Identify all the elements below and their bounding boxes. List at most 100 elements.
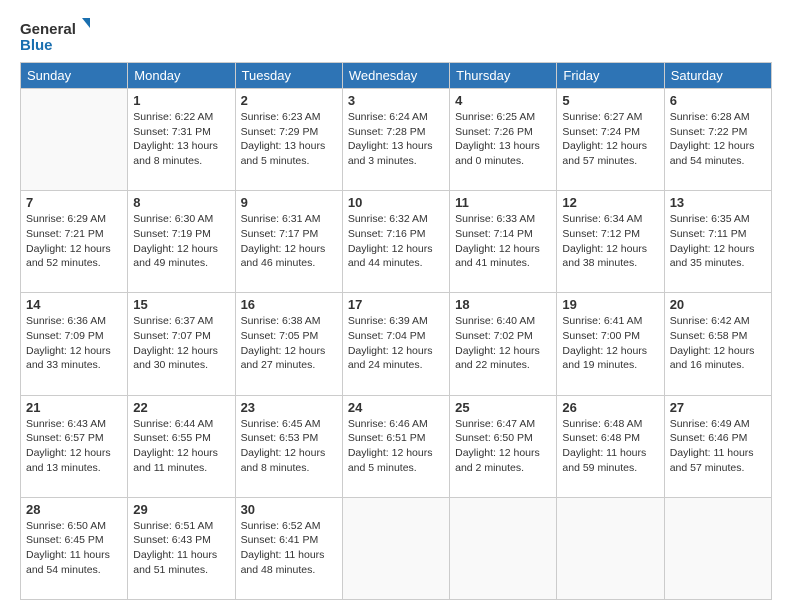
day-info: Sunrise: 6:42 AM Sunset: 6:58 PM Dayligh… bbox=[670, 314, 766, 373]
day-number: 15 bbox=[133, 297, 229, 312]
day-number: 10 bbox=[348, 195, 444, 210]
day-info: Sunrise: 6:43 AM Sunset: 6:57 PM Dayligh… bbox=[26, 417, 122, 476]
week-row-5: 28 Sunrise: 6:50 AM Sunset: 6:45 PM Dayli… bbox=[21, 497, 772, 599]
day-info: Sunrise: 6:40 AM Sunset: 7:02 PM Dayligh… bbox=[455, 314, 551, 373]
logo-svg: General Blue bbox=[20, 16, 90, 54]
day-number: 2 bbox=[241, 93, 337, 108]
day-info: Sunrise: 6:31 AM Sunset: 7:17 PM Dayligh… bbox=[241, 212, 337, 271]
day-number: 24 bbox=[348, 400, 444, 415]
calendar-cell-5-7 bbox=[664, 497, 771, 599]
calendar-cell-4-2: 22Sunrise: 6:44 AM Sunset: 6:55 PM Dayli… bbox=[128, 395, 235, 497]
week-row-2: 7 Sunrise: 6:29 AM Sunset: 7:21 PM Daylig… bbox=[21, 191, 772, 293]
day-info: Sunrise: 6:35 AM Sunset: 7:11 PM Dayligh… bbox=[670, 212, 766, 271]
weekday-header-saturday: Saturday bbox=[664, 63, 771, 89]
day-info: Sunrise: 6:30 AM Sunset: 7:19 PM Dayligh… bbox=[133, 212, 229, 271]
svg-text:Blue: Blue bbox=[20, 37, 53, 54]
day-number: 25 bbox=[455, 400, 551, 415]
day-info: Sunrise: 6:23 AM Sunset: 7:29 PM Dayligh… bbox=[241, 110, 337, 169]
day-number: 27 bbox=[670, 400, 766, 415]
page-header: General Blue bbox=[20, 16, 772, 54]
calendar-cell-4-5: 25 Sunrise: 6:47 AM Sunset: 6:50 PM Dayli… bbox=[450, 395, 557, 497]
calendar-cell-4-1: 21Sunrise: 6:43 AM Sunset: 6:57 PM Dayli… bbox=[21, 395, 128, 497]
day-info: Sunrise: 6:36 AM Sunset: 7:09 PM Dayligh… bbox=[26, 314, 122, 373]
day-number: 4 bbox=[455, 93, 551, 108]
calendar-cell-2-4: 10 Sunrise: 6:32 AM Sunset: 7:16 PM Dayli… bbox=[342, 191, 449, 293]
day-info: Sunrise: 6:48 AM Sunset: 6:48 PM Dayligh… bbox=[562, 417, 658, 476]
weekday-header-friday: Friday bbox=[557, 63, 664, 89]
day-info: Sunrise: 6:32 AM Sunset: 7:16 PM Dayligh… bbox=[348, 212, 444, 271]
day-number: 17 bbox=[348, 297, 444, 312]
calendar-cell-1-5: 4 Sunrise: 6:25 AM Sunset: 7:26 PM Daylig… bbox=[450, 89, 557, 191]
logo: General Blue bbox=[20, 16, 90, 54]
calendar-cell-4-6: 26 Sunrise: 6:48 AM Sunset: 6:48 PM Dayli… bbox=[557, 395, 664, 497]
day-info: Sunrise: 6:24 AM Sunset: 7:28 PM Dayligh… bbox=[348, 110, 444, 169]
calendar-cell-5-2: 29 Sunrise: 6:51 AM Sunset: 6:43 PM Dayli… bbox=[128, 497, 235, 599]
day-number: 26 bbox=[562, 400, 658, 415]
day-number: 14 bbox=[26, 297, 122, 312]
day-number: 28 bbox=[26, 502, 122, 517]
calendar-cell-2-7: 13 Sunrise: 6:35 AM Sunset: 7:11 PM Dayli… bbox=[664, 191, 771, 293]
day-info: Sunrise: 6:49 AM Sunset: 6:46 PM Dayligh… bbox=[670, 417, 766, 476]
day-number: 16 bbox=[241, 297, 337, 312]
day-info: Sunrise: 6:29 AM Sunset: 7:21 PM Dayligh… bbox=[26, 212, 122, 271]
day-number: 20 bbox=[670, 297, 766, 312]
day-number: 8 bbox=[133, 195, 229, 210]
day-info: Sunrise: 6:39 AM Sunset: 7:04 PM Dayligh… bbox=[348, 314, 444, 373]
calendar-cell-1-7: 6 Sunrise: 6:28 AM Sunset: 7:22 PM Daylig… bbox=[664, 89, 771, 191]
calendar-cell-3-2: 15Sunrise: 6:37 AM Sunset: 7:07 PM Dayli… bbox=[128, 293, 235, 395]
day-number: 29 bbox=[133, 502, 229, 517]
weekday-header-row: SundayMondayTuesdayWednesdayThursdayFrid… bbox=[21, 63, 772, 89]
weekday-header-thursday: Thursday bbox=[450, 63, 557, 89]
calendar-cell-3-3: 16 Sunrise: 6:38 AM Sunset: 7:05 PM Dayli… bbox=[235, 293, 342, 395]
day-info: Sunrise: 6:46 AM Sunset: 6:51 PM Dayligh… bbox=[348, 417, 444, 476]
calendar-cell-1-2: 1 Sunrise: 6:22 AM Sunset: 7:31 PM Daylig… bbox=[128, 89, 235, 191]
calendar-cell-3-5: 18Sunrise: 6:40 AM Sunset: 7:02 PM Dayli… bbox=[450, 293, 557, 395]
calendar-cell-2-2: 8 Sunrise: 6:30 AM Sunset: 7:19 PM Daylig… bbox=[128, 191, 235, 293]
calendar-cell-5-4 bbox=[342, 497, 449, 599]
calendar-cell-2-5: 11 Sunrise: 6:33 AM Sunset: 7:14 PM Dayli… bbox=[450, 191, 557, 293]
day-number: 7 bbox=[26, 195, 122, 210]
day-info: Sunrise: 6:27 AM Sunset: 7:24 PM Dayligh… bbox=[562, 110, 658, 169]
day-info: Sunrise: 6:25 AM Sunset: 7:26 PM Dayligh… bbox=[455, 110, 551, 169]
day-number: 11 bbox=[455, 195, 551, 210]
day-info: Sunrise: 6:51 AM Sunset: 6:43 PM Dayligh… bbox=[133, 519, 229, 578]
calendar-cell-1-4: 3 Sunrise: 6:24 AM Sunset: 7:28 PM Daylig… bbox=[342, 89, 449, 191]
day-info: Sunrise: 6:50 AM Sunset: 6:45 PM Dayligh… bbox=[26, 519, 122, 578]
calendar-cell-2-3: 9 Sunrise: 6:31 AM Sunset: 7:17 PM Daylig… bbox=[235, 191, 342, 293]
calendar-cell-4-3: 23 Sunrise: 6:45 AM Sunset: 6:53 PM Dayli… bbox=[235, 395, 342, 497]
day-number: 1 bbox=[133, 93, 229, 108]
calendar-cell-5-6 bbox=[557, 497, 664, 599]
day-info: Sunrise: 6:47 AM Sunset: 6:50 PM Dayligh… bbox=[455, 417, 551, 476]
day-number: 22 bbox=[133, 400, 229, 415]
week-row-3: 14 Sunrise: 6:36 AM Sunset: 7:09 PM Dayli… bbox=[21, 293, 772, 395]
calendar-cell-2-6: 12 Sunrise: 6:34 AM Sunset: 7:12 PM Dayli… bbox=[557, 191, 664, 293]
day-number: 6 bbox=[670, 93, 766, 108]
calendar-cell-3-1: 14 Sunrise: 6:36 AM Sunset: 7:09 PM Dayli… bbox=[21, 293, 128, 395]
calendar-cell-4-4: 24 Sunrise: 6:46 AM Sunset: 6:51 PM Dayli… bbox=[342, 395, 449, 497]
day-number: 12 bbox=[562, 195, 658, 210]
day-info: Sunrise: 6:28 AM Sunset: 7:22 PM Dayligh… bbox=[670, 110, 766, 169]
day-info: Sunrise: 6:34 AM Sunset: 7:12 PM Dayligh… bbox=[562, 212, 658, 271]
calendar-cell-1-3: 2 Sunrise: 6:23 AM Sunset: 7:29 PM Daylig… bbox=[235, 89, 342, 191]
calendar-cell-3-4: 17 Sunrise: 6:39 AM Sunset: 7:04 PM Dayli… bbox=[342, 293, 449, 395]
calendar-cell-5-1: 28 Sunrise: 6:50 AM Sunset: 6:45 PM Dayli… bbox=[21, 497, 128, 599]
day-number: 5 bbox=[562, 93, 658, 108]
day-info: Sunrise: 6:41 AM Sunset: 7:00 PM Dayligh… bbox=[562, 314, 658, 373]
day-number: 3 bbox=[348, 93, 444, 108]
day-info: Sunrise: 6:22 AM Sunset: 7:31 PM Dayligh… bbox=[133, 110, 229, 169]
calendar-cell-5-3: 30Sunrise: 6:52 AM Sunset: 6:41 PM Dayli… bbox=[235, 497, 342, 599]
weekday-header-monday: Monday bbox=[128, 63, 235, 89]
week-row-4: 21Sunrise: 6:43 AM Sunset: 6:57 PM Dayli… bbox=[21, 395, 772, 497]
day-number: 13 bbox=[670, 195, 766, 210]
day-info: Sunrise: 6:33 AM Sunset: 7:14 PM Dayligh… bbox=[455, 212, 551, 271]
week-row-1: 1 Sunrise: 6:22 AM Sunset: 7:31 PM Daylig… bbox=[21, 89, 772, 191]
calendar-cell-3-7: 20 Sunrise: 6:42 AM Sunset: 6:58 PM Dayli… bbox=[664, 293, 771, 395]
calendar-cell-2-1: 7 Sunrise: 6:29 AM Sunset: 7:21 PM Daylig… bbox=[21, 191, 128, 293]
day-number: 23 bbox=[241, 400, 337, 415]
day-number: 9 bbox=[241, 195, 337, 210]
day-info: Sunrise: 6:45 AM Sunset: 6:53 PM Dayligh… bbox=[241, 417, 337, 476]
svg-text:General: General bbox=[20, 21, 76, 38]
day-info: Sunrise: 6:52 AM Sunset: 6:41 PM Dayligh… bbox=[241, 519, 337, 578]
day-info: Sunrise: 6:38 AM Sunset: 7:05 PM Dayligh… bbox=[241, 314, 337, 373]
calendar-cell-5-5 bbox=[450, 497, 557, 599]
